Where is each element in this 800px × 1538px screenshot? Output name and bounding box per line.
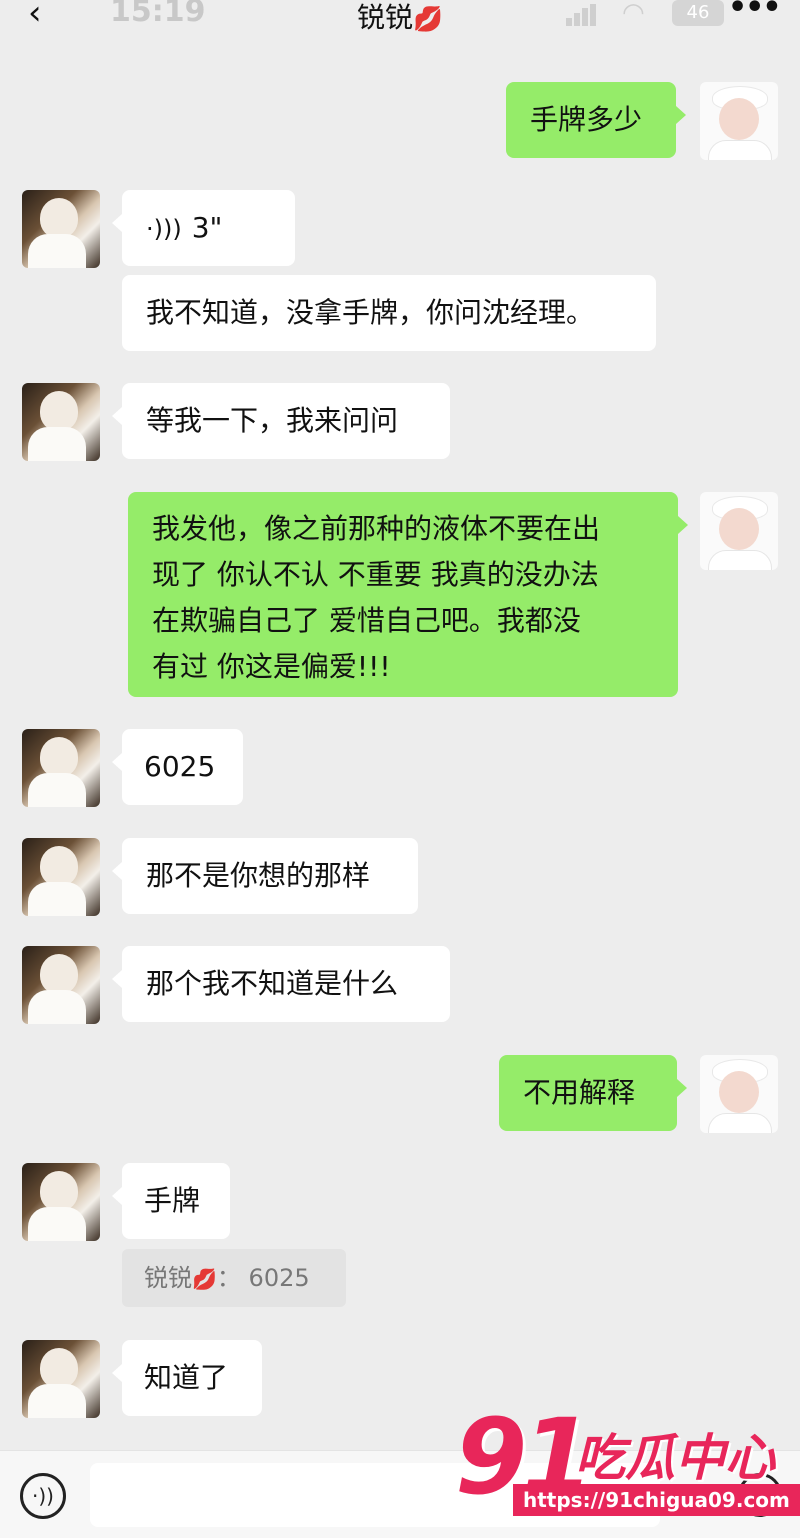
message-bubble-in[interactable]: 我不知道，没拿手牌，你问沈经理。: [122, 275, 656, 351]
my-avatar[interactable]: [700, 1055, 778, 1133]
my-avatar[interactable]: [700, 82, 778, 160]
contact-avatar[interactable]: [22, 838, 100, 916]
wifi-icon: ◠: [622, 0, 645, 28]
battery-indicator: 46: [672, 0, 724, 26]
chat-title-text: 锐锐: [357, 1, 414, 34]
message-bubble-in[interactable]: 手牌: [112, 1163, 230, 1239]
message-bubble-in[interactable]: 等我一下，我来问问: [112, 383, 450, 459]
message-bubble-out[interactable]: 我发他，像之前那种的液体不要在出 现了 你认不认 不重要 我真的没办法 在欺骗自…: [128, 492, 688, 697]
contact-avatar[interactable]: [22, 383, 100, 461]
more-options-icon[interactable]: •••: [728, 0, 782, 25]
voice-wave-icon: ·))): [146, 215, 182, 243]
voice-input-icon[interactable]: ·)): [20, 1473, 66, 1519]
quoted-message[interactable]: 锐锐💋： 6025: [122, 1249, 346, 1307]
quote-sender: 锐锐: [144, 1264, 192, 1292]
voice-duration: 3": [191, 211, 223, 244]
watermark-logo: 91 吃瓜中心 https://91chigua09.com: [455, 1402, 800, 1532]
watermark-text: 吃瓜中心: [575, 1429, 775, 1487]
message-line: 在欺骗自己了 爱惜自己吧。我都没: [152, 604, 581, 637]
contact-avatar[interactable]: [22, 729, 100, 807]
watermark-url: https://91chigua09.com: [513, 1484, 800, 1516]
contact-avatar[interactable]: [22, 1163, 100, 1241]
quote-text: 6025: [248, 1264, 310, 1292]
contact-avatar[interactable]: [22, 946, 100, 1024]
message-bubble-out[interactable]: 手牌多少: [506, 82, 686, 158]
message-bubble-in[interactable]: 知道了: [112, 1340, 262, 1416]
lips-emoji-icon: 💋: [192, 1267, 217, 1291]
message-bubble-out[interactable]: 不用解释: [499, 1055, 687, 1131]
message-bubble-in[interactable]: 那不是你想的那样: [112, 838, 418, 914]
contact-avatar[interactable]: [22, 1340, 100, 1418]
contact-avatar[interactable]: [22, 190, 100, 268]
signal-icon: [566, 4, 596, 26]
message-bubble-in[interactable]: 6025: [112, 729, 243, 805]
message-line: 有过 你这是偏爱!!!: [152, 650, 391, 683]
voice-message-bubble[interactable]: ·))) 3": [112, 190, 295, 266]
header-bar: ‹ 15:19 锐锐💋 ◠ 46 •••: [0, 0, 800, 50]
message-line: 我发他，像之前那种的液体不要在出: [152, 512, 601, 545]
quote-separator: ：: [216, 1264, 241, 1292]
my-avatar[interactable]: [700, 492, 778, 570]
message-bubble-in[interactable]: 那个我不知道是什么: [112, 946, 450, 1022]
lips-emoji-icon: 💋: [413, 5, 443, 33]
message-line: 现了 你认不认 不重要 我真的没办法: [152, 558, 599, 591]
